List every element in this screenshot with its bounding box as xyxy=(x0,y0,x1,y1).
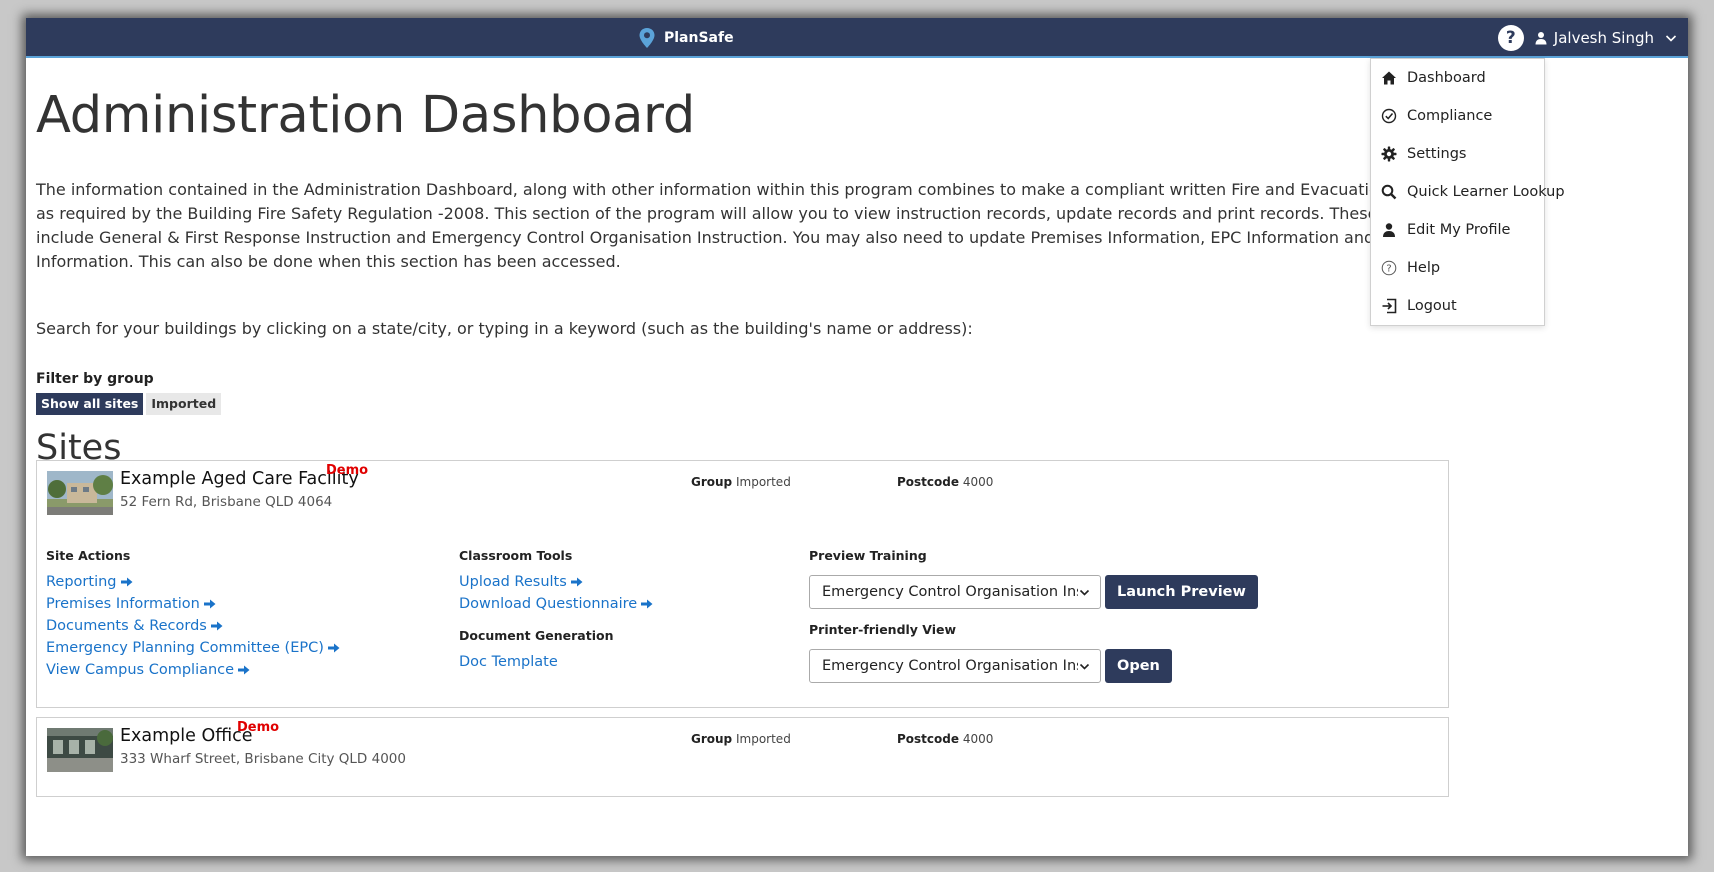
arrow-right-icon xyxy=(327,643,340,653)
user-name[interactable]: Jalvesh Singh xyxy=(1554,29,1654,47)
brand[interactable]: PlanSafe xyxy=(638,26,734,50)
map-pin-icon xyxy=(639,28,655,48)
search-hint: Search for your buildings by clicking on… xyxy=(36,319,973,338)
open-button[interactable]: Open xyxy=(1105,649,1172,683)
menu-item-dashboard[interactable]: Dashboard xyxy=(1371,59,1546,97)
preview-training-select[interactable]: Emergency Control Organisation Instructi… xyxy=(809,575,1101,609)
site-card: Example Office Demo 333 Wharf Street, Br… xyxy=(36,717,1449,797)
main-content: Administration Dashboard The information… xyxy=(36,58,1449,856)
document-generation-title: Document Generation xyxy=(459,628,614,643)
site-name[interactable]: Example Office Demo xyxy=(120,720,279,746)
doc-template-link[interactable]: Doc Template xyxy=(459,654,558,670)
site-postcode: Postcode 4000 xyxy=(897,732,994,746)
site-postcode: Postcode 4000 xyxy=(897,475,994,489)
help-icon[interactable]: ? xyxy=(1497,25,1524,51)
check-circle-icon xyxy=(1381,108,1397,124)
menu-item-settings[interactable]: Settings xyxy=(1371,135,1546,173)
documents-records-link[interactable]: Documents & Records xyxy=(46,618,223,634)
chevron-down-icon[interactable] xyxy=(1664,31,1678,45)
classroom-tools-title: Classroom Tools xyxy=(459,548,573,563)
gear-icon xyxy=(1381,146,1397,162)
site-thumbnail xyxy=(47,471,113,515)
search-icon xyxy=(1381,184,1397,200)
launch-preview-button[interactable]: Launch Preview xyxy=(1105,575,1258,609)
menu-item-quick-learner-lookup[interactable]: Quick Learner Lookup xyxy=(1371,173,1565,211)
site-thumbnail xyxy=(47,728,113,772)
menu-item-logout[interactable]: Logout xyxy=(1371,287,1546,325)
page-title: Administration Dashboard xyxy=(36,86,695,145)
arrow-right-icon xyxy=(238,665,250,675)
filter-group: Show all sites Imported xyxy=(36,393,222,415)
epc-link[interactable]: Emergency Planning Committee (EPC) xyxy=(46,640,340,656)
site-card: Example Aged Care Facility Demo 52 Fern … xyxy=(36,460,1449,708)
menu-item-compliance[interactable]: Compliance xyxy=(1371,97,1546,135)
svg-text:?: ? xyxy=(1386,264,1391,275)
site-group: Group Imported xyxy=(691,475,791,489)
campus-compliance-link[interactable]: View Campus Compliance xyxy=(46,662,250,678)
filter-imported-button[interactable]: Imported xyxy=(146,393,222,415)
arrow-right-icon xyxy=(210,621,223,631)
site-address: 333 Wharf Street, Brisbane City QLD 4000 xyxy=(120,751,406,767)
arrow-right-icon xyxy=(570,577,583,587)
chevron-down-icon xyxy=(1079,663,1090,670)
menu-item-help[interactable]: ? Help xyxy=(1371,249,1546,287)
user-icon xyxy=(1383,223,1395,237)
upload-results-link[interactable]: Upload Results xyxy=(459,574,583,590)
top-navbar: PlanSafe ? Jalvesh Singh xyxy=(26,18,1688,58)
question-circle-icon: ? xyxy=(1381,260,1397,276)
user-menu-toggle[interactable]: ? Jalvesh Singh xyxy=(1497,23,1678,53)
chevron-down-icon xyxy=(1079,589,1090,596)
app-window: PlanSafe ? Jalvesh Singh Administration … xyxy=(26,18,1688,856)
site-name[interactable]: Example Aged Care Facility Demo xyxy=(120,463,368,489)
premises-information-link[interactable]: Premises Information xyxy=(46,596,216,612)
user-icon xyxy=(1535,32,1547,45)
site-address: 52 Fern Rd, Brisbane QLD 4064 xyxy=(120,494,333,510)
preview-training-title: Preview Training xyxy=(809,548,927,563)
demo-badge: Demo xyxy=(326,463,369,478)
brand-name: PlanSafe xyxy=(664,30,734,46)
site-actions-title: Site Actions xyxy=(46,548,131,563)
home-icon xyxy=(1382,71,1396,85)
printer-friendly-select[interactable]: Emergency Control Organisation Instructi… xyxy=(809,649,1101,683)
user-dropdown-menu: Dashboard Compliance Settings Quick Lear… xyxy=(1370,58,1565,326)
arrow-right-icon xyxy=(203,599,216,609)
intro-text: The information contained in the Adminis… xyxy=(36,180,1442,271)
menu-item-edit-my-profile[interactable]: Edit My Profile xyxy=(1371,211,1546,249)
arrow-right-icon xyxy=(641,599,653,609)
filter-label: Filter by group xyxy=(36,371,154,387)
download-questionnaire-link[interactable]: Download Questionnaire xyxy=(459,596,653,612)
logout-icon xyxy=(1382,298,1397,314)
filter-show-all-button[interactable]: Show all sites xyxy=(36,393,144,415)
printer-friendly-title: Printer-friendly View xyxy=(809,622,957,637)
site-group: Group Imported xyxy=(691,732,791,746)
arrow-right-icon xyxy=(120,577,132,587)
demo-badge: Demo xyxy=(237,720,280,735)
reporting-link[interactable]: Reporting xyxy=(46,574,133,590)
